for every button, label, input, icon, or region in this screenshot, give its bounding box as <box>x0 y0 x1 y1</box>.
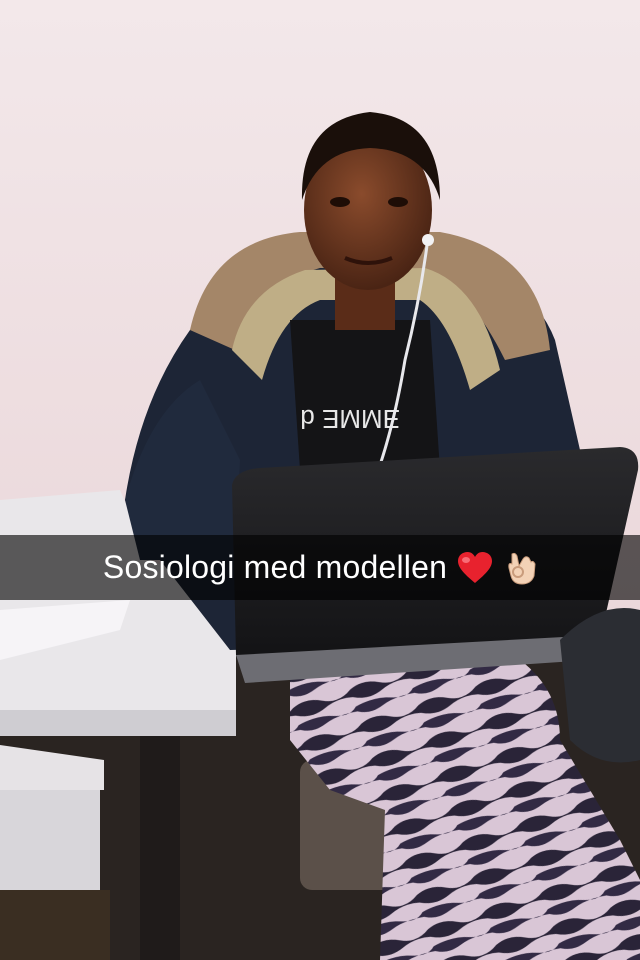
desk-lower-dark <box>0 890 110 960</box>
bag <box>560 608 640 763</box>
ok-hand-icon <box>503 550 537 586</box>
photo-scene: ƎMME d <box>0 0 640 960</box>
desk-edge <box>0 710 236 736</box>
desk-lower-front <box>0 790 100 890</box>
desk-leg <box>140 736 180 960</box>
snapchat-photo: ƎMME d Sosiologi med modellen <box>0 0 640 960</box>
t-shirt <box>290 320 440 470</box>
shirt-print: ƎMME d <box>300 404 400 434</box>
red-heart-icon <box>457 551 493 585</box>
caption-text: Sosiologi med modellen <box>102 549 448 585</box>
caption-bar: Sosiologi med modellen <box>0 535 640 600</box>
